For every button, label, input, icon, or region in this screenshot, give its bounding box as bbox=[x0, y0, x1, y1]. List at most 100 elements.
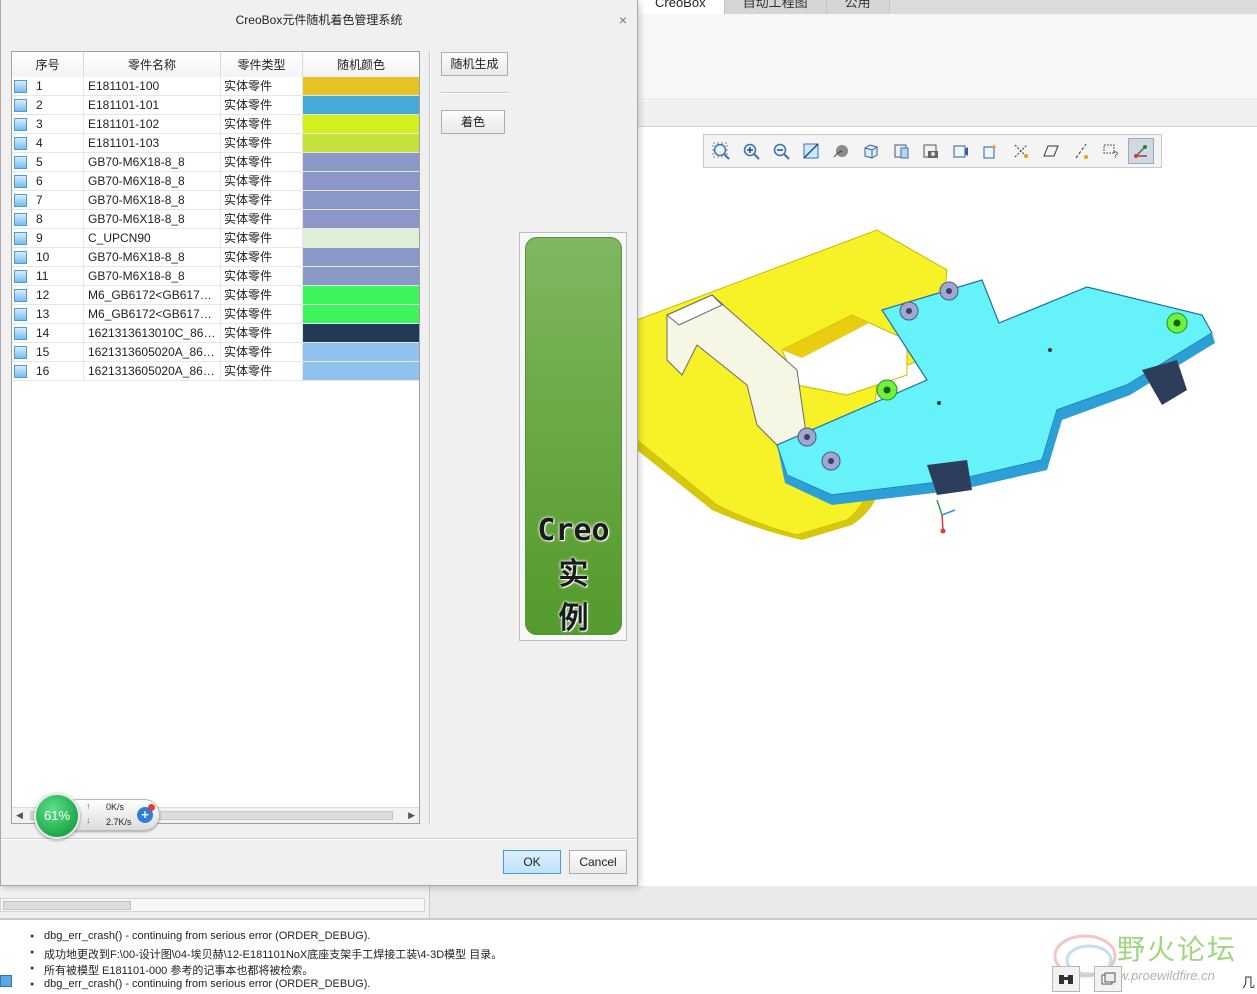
column-header-color[interactable]: 随机颜色 bbox=[303, 52, 419, 77]
repaint-icon[interactable] bbox=[798, 138, 824, 164]
row-index: 9 bbox=[36, 231, 43, 245]
message-toggle-icon[interactable] bbox=[0, 975, 12, 987]
part-icon bbox=[14, 365, 27, 378]
part-type-cell: 实体零件 bbox=[221, 96, 303, 115]
message-line: dbg_err_crash() - continuing from seriou… bbox=[30, 978, 370, 992]
column-header-type[interactable]: 零件类型 bbox=[221, 52, 303, 77]
spin-center-icon[interactable] bbox=[828, 138, 854, 164]
part-type-cell: 实体零件 bbox=[221, 153, 303, 172]
scroll-right-icon[interactable]: ▶ bbox=[408, 810, 415, 821]
ok-button[interactable]: OK bbox=[503, 850, 561, 874]
find-icon[interactable] bbox=[1052, 966, 1080, 992]
horizontal-scrollbar[interactable] bbox=[0, 898, 425, 912]
color-manager-dialog: CreoBox元件随机着色管理系统 × 序号 零件名称 零件类型 随机颜色 1 E… bbox=[0, 0, 638, 886]
random-generate-button[interactable]: 随机生成 bbox=[441, 52, 508, 76]
part-type-cell: 实体零件 bbox=[221, 248, 303, 267]
table-row[interactable]: 9 C_UPCN90 实体零件 bbox=[12, 229, 419, 248]
part-name-cell: GB70-M6X18-8_8 bbox=[84, 191, 221, 210]
tab-creobox[interactable]: CreoBox bbox=[637, 0, 725, 14]
color-cell[interactable] bbox=[303, 191, 419, 210]
table-row[interactable]: 4 E181101-103 实体零件 bbox=[12, 134, 419, 153]
color-cell[interactable] bbox=[303, 115, 419, 134]
view-toolbar: ? bbox=[703, 134, 1162, 168]
column-header-index[interactable]: 序号 bbox=[12, 52, 84, 77]
plane-display-icon[interactable] bbox=[1038, 138, 1064, 164]
part-name-cell: GB70-M6X18-8_8 bbox=[84, 267, 221, 286]
network-speed-widget[interactable]: 61% ↑ ↓ 0K/s 2.7K/s + bbox=[34, 793, 160, 839]
spin-pivot-icon[interactable] bbox=[1128, 138, 1154, 164]
table-row[interactable]: 6 GB70-M6X18-8_8 实体零件 bbox=[12, 172, 419, 191]
color-cell[interactable] bbox=[303, 362, 419, 381]
color-swatch bbox=[303, 210, 419, 228]
download-speed: 2.7K/s bbox=[106, 817, 132, 827]
table-row[interactable]: 11 GB70-M6X18-8_8 实体零件 bbox=[12, 267, 419, 286]
banner-frame: Creo 实 例 bbox=[519, 232, 627, 641]
color-cell[interactable] bbox=[303, 286, 419, 305]
point-display-icon[interactable]: ? bbox=[1098, 138, 1124, 164]
scrollbar-thumb[interactable] bbox=[3, 901, 131, 910]
zoom-out-icon[interactable] bbox=[768, 138, 794, 164]
cancel-button[interactable]: Cancel bbox=[569, 850, 627, 874]
part-name-cell: E181101-101 bbox=[84, 96, 221, 115]
part-name-cell: E181101-103 bbox=[84, 134, 221, 153]
annotation-display-icon[interactable] bbox=[1008, 138, 1034, 164]
row-index: 15 bbox=[36, 345, 50, 359]
color-swatch bbox=[303, 191, 419, 209]
part-name-cell: E181101-100 bbox=[84, 77, 221, 96]
table-row[interactable]: 14 1621313613010C_86… 实体零件 bbox=[12, 324, 419, 343]
message-line: 所有被模型 E181101-000 参考的记事本也都将被检索。 bbox=[30, 962, 313, 978]
part-type-cell: 实体零件 bbox=[221, 305, 303, 324]
perspective-icon[interactable] bbox=[918, 138, 944, 164]
color-cell[interactable] bbox=[303, 77, 419, 96]
color-cell[interactable] bbox=[303, 96, 419, 115]
table-row[interactable]: 10 GB70-M6X18-8_8 实体零件 bbox=[12, 248, 419, 267]
part-name-cell: GB70-M6X18-8_8 bbox=[84, 210, 221, 229]
model-3d-view[interactable] bbox=[637, 225, 1237, 545]
color-cell[interactable] bbox=[303, 324, 419, 343]
column-header-name[interactable]: 零件名称 bbox=[84, 52, 221, 77]
color-cell[interactable] bbox=[303, 172, 419, 191]
color-cell[interactable] bbox=[303, 343, 419, 362]
table-row[interactable]: 3 E181101-102 实体零件 bbox=[12, 115, 419, 134]
color-cell[interactable] bbox=[303, 134, 419, 153]
scroll-left-icon[interactable]: ◀ bbox=[16, 810, 23, 821]
row-index-cell: 15 bbox=[12, 343, 84, 362]
banner-line-2: 实 bbox=[558, 557, 589, 592]
color-cell[interactable] bbox=[303, 153, 419, 172]
table-row[interactable]: 5 GB70-M6X18-8_8 实体零件 bbox=[12, 153, 419, 172]
axis-display-icon[interactable] bbox=[1068, 138, 1094, 164]
table-row[interactable]: 16 1621313605020A_86… 实体零件 bbox=[12, 362, 419, 381]
message-line: 成功地更改到F:\00-设计图\04-埃贝赫\12-E181101NoX底座支架… bbox=[30, 946, 502, 962]
saved-views-icon[interactable] bbox=[858, 138, 884, 164]
close-icon[interactable]: × bbox=[619, 12, 627, 28]
memory-usage-ball[interactable]: 61% bbox=[34, 793, 80, 839]
color-cell[interactable] bbox=[303, 210, 419, 229]
table-row[interactable]: 1 E181101-100 实体零件 bbox=[12, 77, 419, 96]
window-icon[interactable] bbox=[1094, 966, 1122, 992]
color-cell[interactable] bbox=[303, 229, 419, 248]
table-row[interactable]: 12 M6_GB6172<GB617… 实体零件 bbox=[12, 286, 419, 305]
table-row[interactable]: 15 1621313605020A_86… 实体零件 bbox=[12, 343, 419, 362]
color-cell[interactable] bbox=[303, 248, 419, 267]
color-cell[interactable] bbox=[303, 305, 419, 324]
tab-utilities[interactable]: 公用 bbox=[826, 0, 890, 14]
table-row[interactable]: 7 GB70-M6X18-8_8 实体零件 bbox=[12, 191, 419, 210]
zoom-fit-icon[interactable] bbox=[708, 138, 734, 164]
display-style-icon[interactable] bbox=[888, 138, 914, 164]
table-row[interactable]: 2 E181101-101 实体零件 bbox=[12, 96, 419, 115]
ribbon-panel bbox=[637, 14, 1257, 100]
part-icon bbox=[14, 156, 27, 169]
part-icon bbox=[14, 251, 27, 264]
table-row[interactable]: 13 M6_GB6172<GB617… 实体零件 bbox=[12, 305, 419, 324]
tab-auto-drawing[interactable]: 自动工程图 bbox=[724, 0, 827, 14]
banner-text: Creo 实 例 bbox=[525, 509, 622, 641]
apply-color-button[interactable]: 着色 bbox=[441, 110, 505, 134]
zoom-in-icon[interactable] bbox=[738, 138, 764, 164]
color-cell[interactable] bbox=[303, 267, 419, 286]
row-index: 12 bbox=[36, 288, 50, 302]
part-icon bbox=[14, 194, 27, 207]
color-swatch bbox=[303, 248, 419, 266]
datum-display-icon[interactable] bbox=[978, 138, 1004, 164]
table-row[interactable]: 8 GB70-M6X18-8_8 实体零件 bbox=[12, 210, 419, 229]
camera-icon[interactable] bbox=[948, 138, 974, 164]
